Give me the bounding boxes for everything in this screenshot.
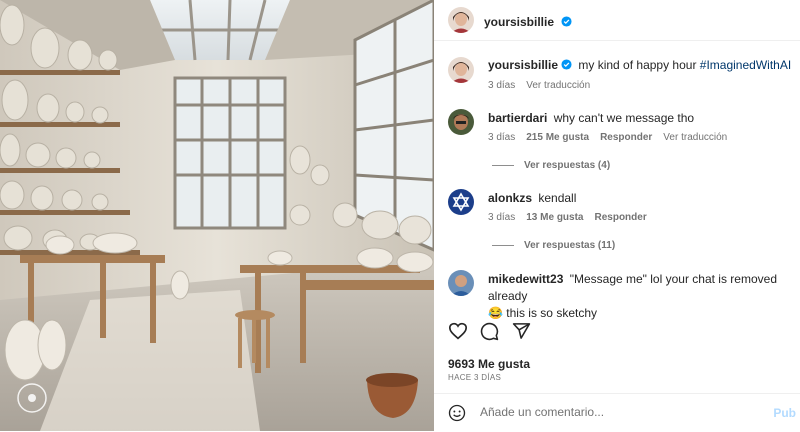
comment-age: 3 días bbox=[488, 132, 516, 143]
comment-input[interactable] bbox=[478, 404, 762, 420]
reply-button[interactable]: Responder bbox=[600, 132, 652, 143]
comment-text: why can't we message tho bbox=[553, 111, 695, 125]
post-header: yoursisbillie bbox=[434, 0, 800, 41]
comment-username[interactable]: mikedewitt23 bbox=[488, 272, 563, 286]
view-replies-1[interactable]: Ver respuestas (4) bbox=[492, 160, 610, 171]
likes-count[interactable]: 9693 Me gusta bbox=[448, 357, 530, 371]
comment-likes[interactable]: 13 Me gusta bbox=[526, 212, 583, 223]
comment-likes[interactable]: 215 Me gusta bbox=[526, 132, 589, 143]
comment-2: alonkzs kendall bbox=[488, 190, 792, 207]
caption-hashtag[interactable]: #ImaginedWithAI bbox=[700, 58, 791, 72]
post-comment-button[interactable]: Pub bbox=[773, 406, 796, 420]
caption-age: 3 días bbox=[488, 80, 516, 91]
comment-icon[interactable] bbox=[480, 322, 499, 341]
share-icon[interactable] bbox=[512, 322, 531, 340]
comment-text: kendall bbox=[538, 191, 577, 205]
author-avatar[interactable] bbox=[448, 7, 474, 33]
author-username[interactable]: yoursisbillie bbox=[484, 15, 554, 29]
comment-composer: Pub bbox=[434, 393, 800, 432]
see-translation-link[interactable]: Ver traducción bbox=[526, 80, 590, 91]
verified-icon bbox=[561, 59, 572, 70]
comment-2-meta: 3 días 13 Me gusta Responder bbox=[488, 212, 658, 223]
post-side-panel: yoursisbillie yoursisbillie my kind of h… bbox=[434, 0, 800, 431]
emoji-icon[interactable] bbox=[448, 404, 466, 422]
comment-avatar[interactable] bbox=[448, 109, 474, 135]
comment-username[interactable]: bartierdari bbox=[488, 111, 547, 125]
comment-username[interactable]: alonkzs bbox=[488, 191, 532, 205]
see-translation-link[interactable]: Ver traducción bbox=[663, 132, 727, 143]
post-actions bbox=[434, 318, 800, 344]
verified-icon bbox=[561, 16, 573, 27]
comment-age: 3 días bbox=[488, 212, 516, 223]
caption-username[interactable]: yoursisbillie bbox=[488, 58, 558, 72]
caption: yoursisbillie my kind of happy hour #Ima… bbox=[488, 57, 792, 74]
heart-icon[interactable] bbox=[448, 322, 468, 340]
reply-button[interactable]: Responder bbox=[595, 212, 647, 223]
post-timestamp: HACE 3 DÍAS bbox=[448, 373, 502, 382]
comment-avatar[interactable] bbox=[448, 270, 474, 296]
caption-meta: 3 días Ver traducción bbox=[488, 80, 601, 91]
comment-1-meta: 3 días 215 Me gusta Responder Ver traducció… bbox=[488, 132, 738, 143]
view-replies-2[interactable]: Ver respuestas (11) bbox=[492, 240, 615, 251]
view-replies-label[interactable]: Ver respuestas (4) bbox=[524, 160, 610, 171]
comment-1: bartierdari why can't we message tho bbox=[488, 110, 792, 127]
caption-avatar[interactable] bbox=[448, 57, 474, 83]
view-replies-label[interactable]: Ver respuestas (11) bbox=[524, 240, 615, 251]
post-image[interactable] bbox=[0, 0, 434, 431]
caption-text: my kind of happy hour bbox=[578, 58, 700, 72]
pottery-studio-image bbox=[0, 0, 434, 431]
replies-divider bbox=[492, 164, 514, 166]
replies-divider bbox=[492, 244, 514, 246]
comment-avatar[interactable] bbox=[448, 189, 474, 215]
comment-3: mikedewitt23 "Message me" lol your chat … bbox=[488, 271, 792, 322]
